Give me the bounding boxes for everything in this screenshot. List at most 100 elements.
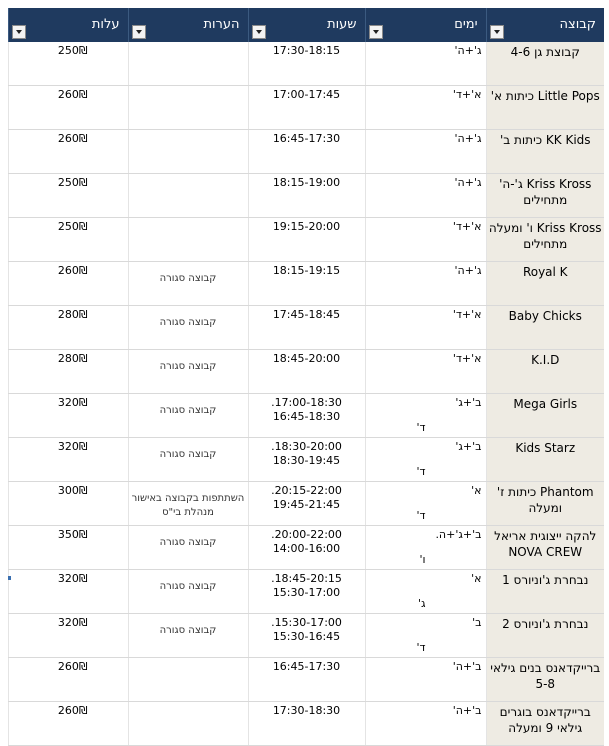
cell-notes[interactable]: קבוצה סגורה (127, 437, 248, 482)
cell-days[interactable]: ב'+ה' (364, 701, 486, 746)
cell-hours[interactable]: 17:30-18:30 (247, 701, 365, 746)
table-row[interactable]: Baby Chicks א'+ד' 17:45-18:45 קבוצה סגורה 28… (7, 305, 604, 350)
cell-days[interactable]: ג'+ה' (364, 261, 486, 306)
cell-days[interactable]: ב'+ג' ד' (364, 437, 486, 482)
cell-notes[interactable] (127, 85, 248, 130)
cell-days[interactable]: ג'+ה' (364, 173, 486, 218)
cell-group[interactable]: Mega Girls (485, 393, 604, 438)
table-row[interactable]: Kriss Kross ו' ומעלה מתחילים א'+ד' 19:15-2… (7, 217, 604, 262)
cell-price[interactable]: 350₪ (7, 525, 128, 570)
cell-hours[interactable]: 19:15-20:00 (247, 217, 365, 262)
cell-notes[interactable] (127, 129, 248, 174)
cell-price[interactable]: 260₪ (7, 85, 128, 130)
cell-price[interactable]: 250₪ (7, 217, 128, 262)
cell-group[interactable]: נבחרת ג'וניורס 2 (485, 613, 604, 658)
cell-notes[interactable]: קבוצה סגורה (127, 569, 248, 614)
filter-dropdown-icon[interactable] (251, 25, 266, 39)
table-row[interactable]: קבוצת גן 4-6 ג'+ה' 17:30-18:15 250₪ (7, 42, 604, 86)
cell-notes[interactable]: קבוצה סגורה (127, 525, 248, 570)
cell-hours[interactable]: 20:15-22:00. 19:45-21:45 (247, 481, 365, 526)
table-row[interactable]: נבחרת ג'וניורס 1 א' ג' 18:45-20:15. 15:30-17… (7, 569, 604, 614)
cell-notes[interactable]: קבוצה סגורה (127, 393, 248, 438)
cell-price[interactable]: 260₪ (7, 261, 128, 306)
table-row[interactable]: ברייקדאנס בנים גילאי 5-8 ב'+ה' 16:45-17:30… (7, 657, 604, 702)
filter-dropdown-icon[interactable] (489, 25, 504, 39)
filter-dropdown-icon[interactable] (11, 25, 26, 39)
cell-notes[interactable] (127, 173, 248, 218)
table-row[interactable]: Kids Starz ב'+ג' ד' 18:30-20:00. 18:30-19:45… (7, 437, 604, 482)
cell-group[interactable]: K.I.D (485, 349, 604, 394)
cell-group[interactable]: Royal K (485, 261, 604, 306)
cell-price[interactable]: 260₪ (7, 701, 128, 746)
cell-hours[interactable]: 16:45-17:30 (247, 657, 365, 702)
cell-price[interactable]: 250₪ (7, 173, 128, 218)
cell-price[interactable]: 280₪ (7, 305, 128, 350)
cell-hours[interactable]: 18:15-19:15 (247, 261, 365, 306)
table-row[interactable]: Royal K ג'+ה' 18:15-19:15 קבוצה סגורה 260₪ (7, 261, 604, 306)
cell-price[interactable]: 280₪ (7, 349, 128, 394)
cell-price[interactable]: 320₪ (7, 437, 128, 482)
cell-group[interactable]: Kriss Kross ג'-ה' מתחילים (485, 173, 604, 218)
table-row[interactable]: K.I.D א'+ד' 18:45-20:00 קבוצה סגורה 280₪ (7, 349, 604, 394)
table-row[interactable]: נבחרת ג'וניורס 2 ב' ד' 15:30-17:00. 15:30-16… (7, 613, 604, 658)
table-row[interactable]: להקה ייצוגית אריאל NOVA CREW ב'+ג'+ה. ו' 20… (7, 525, 604, 570)
table-row[interactable]: Phantom כיתות ז' ומעלה א' ד' 20:15-22:00. 19… (7, 481, 604, 526)
cell-hours[interactable]: 17:00-17:45 (247, 85, 365, 130)
cell-group[interactable]: להקה ייצוגית אריאל NOVA CREW (485, 525, 604, 570)
cell-notes[interactable]: קבוצה סגורה (127, 305, 248, 350)
cell-hours[interactable]: 17:45-18:45 (247, 305, 365, 350)
cell-price[interactable]: 320₪ (7, 613, 128, 658)
cell-days[interactable]: א'+ד' (364, 349, 486, 394)
cell-hours[interactable]: 20:00-22:00. 14:00-16:00 (247, 525, 365, 570)
cell-price[interactable]: 300₪ (7, 481, 128, 526)
cell-hours[interactable]: 18:45-20:15. 15:30-17:00 (247, 569, 365, 614)
cell-notes[interactable] (127, 217, 248, 262)
cell-price[interactable]: 260₪ (7, 657, 128, 702)
table-row[interactable]: KK Kids כיתות ב' ג'+ה' 16:45-17:30 260₪ (7, 129, 604, 174)
cell-days[interactable]: ב'+ג' ד' (364, 393, 486, 438)
cell-group[interactable]: קבוצת גן 4-6 (485, 42, 604, 86)
cell-days[interactable]: ב' ד' (364, 613, 486, 658)
cell-hours[interactable]: 15:30-17:00. 15:30-16:45 (247, 613, 365, 658)
cell-group[interactable]: נבחרת ג'וניורס 1 (485, 569, 604, 614)
cell-hours[interactable]: 16:45-17:30 (247, 129, 365, 174)
cell-price[interactable]: 260₪ (7, 129, 128, 174)
cell-price[interactable]: 250₪ (7, 42, 128, 86)
cell-group[interactable]: Baby Chicks (485, 305, 604, 350)
cell-hours[interactable]: 18:15-19:00 (247, 173, 365, 218)
cell-notes[interactable] (127, 701, 248, 746)
cell-days[interactable]: ב'+ג'+ה. ו' (364, 525, 486, 570)
cell-notes[interactable]: השתתפות בקבוצה באישור מנהלת בי"ס (127, 481, 248, 526)
cell-notes[interactable] (127, 657, 248, 702)
filter-dropdown-icon[interactable] (368, 25, 383, 39)
cell-days[interactable]: א' ג' (364, 569, 486, 614)
cell-days[interactable]: ג'+ה' (364, 42, 486, 86)
cell-group[interactable]: Kriss Kross ו' ומעלה מתחילים (485, 217, 604, 262)
cell-group[interactable]: ברייקדאנס בנים גילאי 5-8 (485, 657, 604, 702)
cell-days[interactable]: א'+ד' (364, 217, 486, 262)
cell-notes[interactable]: קבוצה סגורה (127, 261, 248, 306)
cell-notes[interactable]: קבוצה סגורה (127, 613, 248, 658)
cell-group[interactable]: Kids Starz (485, 437, 604, 482)
cell-hours[interactable]: 17:30-18:15 (247, 42, 365, 86)
cell-price[interactable]: 320₪ (7, 393, 128, 438)
cell-hours[interactable]: 17:00-18:30. 16:45-18:30 (247, 393, 365, 438)
filter-dropdown-icon[interactable] (131, 25, 146, 39)
cell-days[interactable]: א'+ד' (364, 305, 486, 350)
cell-notes[interactable]: קבוצה סגורה (127, 349, 248, 394)
table-row[interactable]: ברייקדאנס בוגרים גילאי 9 ומעלה ב'+ה' 17:30… (7, 701, 604, 746)
cell-hours[interactable]: 18:45-20:00 (247, 349, 365, 394)
cell-days[interactable]: ג'+ה' (364, 129, 486, 174)
cell-hours[interactable]: 18:30-20:00. 18:30-19:45 (247, 437, 365, 482)
table-row[interactable]: Kriss Kross ג'-ה' מתחילים ג'+ה' 18:15-19:0… (7, 173, 604, 218)
cell-days[interactable]: א' ד' (364, 481, 486, 526)
cell-notes[interactable] (127, 42, 248, 86)
table-row[interactable]: Little Pops כיתות א' א'+ד' 17:00-17:45 260₪ (7, 85, 604, 130)
cell-group[interactable]: ברייקדאנס בוגרים גילאי 9 ומעלה (485, 701, 604, 746)
table-row[interactable]: Mega Girls ב'+ג' ד' 17:00-18:30. 16:45-18:30… (7, 393, 604, 438)
cell-group[interactable]: Little Pops כיתות א' (485, 85, 604, 130)
cell-days[interactable]: ב'+ה' (364, 657, 486, 702)
cell-group[interactable]: KK Kids כיתות ב' (485, 129, 604, 174)
cell-days[interactable]: א'+ד' (364, 85, 486, 130)
cell-price[interactable]: 320₪ (7, 569, 128, 614)
